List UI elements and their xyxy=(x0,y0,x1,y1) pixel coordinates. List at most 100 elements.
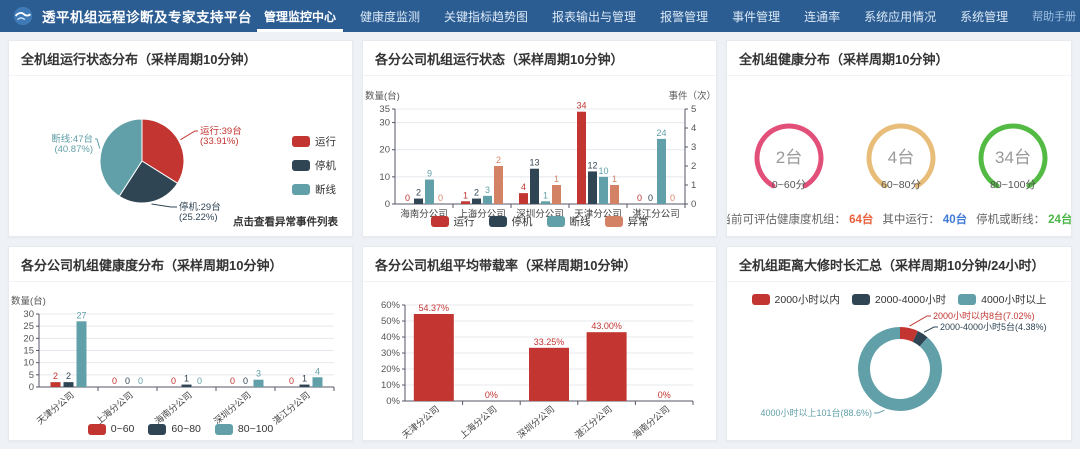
bar-60~80[interactable] xyxy=(300,385,310,387)
bar-chart-branch-health[interactable]: 051015202530数量(台)天津分公司上海分公司海南分公司深圳分公司湛江分… xyxy=(9,282,352,440)
legend-item-60~80[interactable]: 60~80 xyxy=(148,423,201,435)
legend-label: 80~100 xyxy=(238,423,273,435)
nav-item-report-output[interactable]: 报表输出与管理 xyxy=(540,0,648,32)
y2-tick-label: 1 xyxy=(691,180,696,191)
bar-停机[interactable] xyxy=(530,169,539,204)
bar-断线[interactable] xyxy=(541,201,550,204)
bars[interactable]: 2000020101270034 xyxy=(51,310,323,387)
y-tick-label: 0% xyxy=(386,396,400,407)
legend-label: 0~60 xyxy=(111,423,135,435)
bar-60~80[interactable] xyxy=(182,385,192,387)
legend-item-断线[interactable]: 断线 xyxy=(292,182,336,197)
bar-chart-svg[interactable]: 051015202530数量(台)天津分公司上海分公司海南分公司深圳分公司湛江分… xyxy=(9,282,352,440)
value-label: 2 xyxy=(474,188,479,198)
value-label: 1 xyxy=(543,190,548,200)
value-label: 12 xyxy=(587,160,597,170)
legend-label: 断线 xyxy=(570,214,591,229)
value-label: 0 xyxy=(243,376,248,386)
value-label: 0 xyxy=(289,376,294,386)
header-right: 帮助手册 ∨ 退出 xyxy=(1032,6,1080,26)
nav-item-alarm-mgmt[interactable]: 报警管理 xyxy=(648,0,720,32)
donut-segment-4000小时以上[interactable] xyxy=(864,333,936,405)
abnormal-events-link[interactable]: 点击查看异常事件列表 xyxy=(233,214,338,229)
bar-断线[interactable] xyxy=(657,139,666,204)
legend-item-停机[interactable]: 停机 xyxy=(489,214,533,229)
value-label: 0 xyxy=(197,376,202,386)
y-tick-label: 5 xyxy=(29,370,34,381)
panel-branch-load-rate: 各分公司机组平均带载率（采样周期10分钟） 0%10%20%30%40%50%6… xyxy=(362,246,717,441)
value-label: 0 xyxy=(112,376,117,386)
bar-运行[interactable] xyxy=(519,193,528,204)
left-axis-name: 数量(台) xyxy=(365,90,400,102)
bar-停机[interactable] xyxy=(472,199,481,204)
panel-overhaul-time: 全机组距离大修时长汇总（采样周期10分钟/24小时） 2000小时以内8台(7.… xyxy=(726,246,1072,441)
legend-item-4000小时以上[interactable]: 4000小时以上 xyxy=(958,292,1046,307)
bar-60~80[interactable] xyxy=(64,382,74,387)
x-tick-label: 海南分公司 xyxy=(630,403,672,440)
bar-异常[interactable] xyxy=(610,185,619,204)
gauge-chart-health[interactable]: 当前可评估健康度机组：64台 其中运行：40台 停机或断线：24台 2台0~60… xyxy=(727,76,1071,236)
dashboard-grid: 全机组运行状态分布（采样周期10分钟） 点击查看异常事件列表 运行:39台(33… xyxy=(0,32,1080,449)
bar-chart-svg[interactable]: 0%10%20%30%40%50%60%天津分公司上海分公司深圳分公司湛江分公司… xyxy=(363,282,716,440)
nav-item-system-usage[interactable]: 系统应用情况 xyxy=(852,0,948,32)
bars[interactable]: 54.37%0%33.25%43.00%0% xyxy=(414,303,671,401)
axes: 051015202530数量(台)天津分公司上海分公司海南分公司深圳分公司湛江分… xyxy=(11,295,334,426)
legend-item-断线[interactable]: 断线 xyxy=(547,214,591,229)
nav-item-system-mgmt[interactable]: 系统管理 xyxy=(948,0,1020,32)
summary-value-running: 40台 xyxy=(943,211,967,227)
legend-item-停机[interactable]: 停机 xyxy=(292,158,336,173)
y2-tick-label: 4 xyxy=(691,123,696,134)
donut-segment-2000小时以内[interactable] xyxy=(900,333,915,336)
help-manual-link[interactable]: 帮助手册 ∨ xyxy=(1032,8,1080,24)
panel-run-status-pie: 全机组运行状态分布（采样周期10分钟） 点击查看异常事件列表 运行:39台(33… xyxy=(8,40,353,237)
nav-item-monitoring-center[interactable]: 管理监控中心 xyxy=(252,0,348,32)
legend-item-异常[interactable]: 异常 xyxy=(605,214,649,229)
nav-item-health-monitor[interactable]: 健康度监测 xyxy=(348,0,432,32)
donut-segment-2000-4000小时[interactable] xyxy=(915,336,923,341)
y2-tick-label: 2 xyxy=(691,161,696,172)
bar-chart-branch-load-rate[interactable]: 0%10%20%30%40%50%60%天津分公司上海分公司深圳分公司湛江分公司… xyxy=(363,282,716,440)
bar-运行[interactable] xyxy=(577,112,586,204)
chart-legend: 运行停机断线 xyxy=(292,134,336,197)
bar-chart-svg[interactable]: 010203035012345事件（次）数量(台)海南分公司上海分公司深圳分公司… xyxy=(363,76,716,236)
legend-item-0~60[interactable]: 0~60 xyxy=(88,423,135,435)
y-tick-label: 20% xyxy=(381,364,401,375)
bar-异常[interactable] xyxy=(552,185,561,204)
legend-item-2000小时以内[interactable]: 2000小时以内 xyxy=(752,292,840,307)
bar-异常[interactable] xyxy=(494,166,503,204)
bar-80~100[interactable] xyxy=(254,380,264,387)
bar-停机[interactable] xyxy=(414,199,423,204)
pie-chart-run-status[interactable]: 点击查看异常事件列表 运行:39台(33.91%)停机:29台(25.22%)断… xyxy=(9,76,352,236)
legend-item-80~100[interactable]: 80~100 xyxy=(215,423,273,435)
gauge-set-svg[interactable]: 2台0~60分4台60~80分34台80~100分 xyxy=(727,76,1071,208)
bar-平均带载率[interactable] xyxy=(414,314,454,401)
bar-chart-branch-run-status[interactable]: 010203035012345事件（次）数量(台)海南分公司上海分公司深圳分公司… xyxy=(363,76,716,236)
donut-label: 2000-4000小时5台(4.38%) xyxy=(940,321,1047,332)
bar-断线[interactable] xyxy=(425,180,434,204)
legend-item-2000-4000小时[interactable]: 2000-4000小时 xyxy=(852,292,946,307)
donut-chart-overhaul-time[interactable]: 2000小时以内8台(7.02%)2000-4000小时5台(4.38%)400… xyxy=(727,282,1071,440)
bar-断线[interactable] xyxy=(483,196,492,204)
legend-label: 运行 xyxy=(315,134,336,149)
bar-80~100[interactable] xyxy=(313,377,323,387)
legend-item-运行[interactable]: 运行 xyxy=(292,134,336,149)
legend-swatch xyxy=(752,294,770,305)
legend-swatch xyxy=(292,160,310,171)
legend-label: 停机 xyxy=(315,158,336,173)
bar-0~60[interactable] xyxy=(51,382,61,387)
nav-item-connectivity-rate[interactable]: 连通率 xyxy=(792,0,852,32)
bar-断线[interactable] xyxy=(599,177,608,204)
panel-title-branch-load-rate: 各分公司机组平均带载率（采样周期10分钟） xyxy=(363,247,716,282)
bar-运行[interactable] xyxy=(461,201,470,204)
y-tick-label: 60% xyxy=(381,300,401,311)
legend-label: 2000-4000小时 xyxy=(875,292,946,307)
legend-item-运行[interactable]: 运行 xyxy=(431,214,475,229)
bar-停机[interactable] xyxy=(588,171,597,204)
nav-item-key-indicator-trends[interactable]: 关键指标趋势图 xyxy=(432,0,540,32)
y-tick-label: 40% xyxy=(381,332,401,343)
bar-平均带载率[interactable] xyxy=(587,332,627,401)
bar-80~100[interactable] xyxy=(77,321,87,387)
bars[interactable]: 0143402213120931102402110 xyxy=(405,101,675,204)
nav-item-event-mgmt[interactable]: 事件管理 xyxy=(720,0,792,32)
bar-平均带载率[interactable] xyxy=(529,348,569,401)
